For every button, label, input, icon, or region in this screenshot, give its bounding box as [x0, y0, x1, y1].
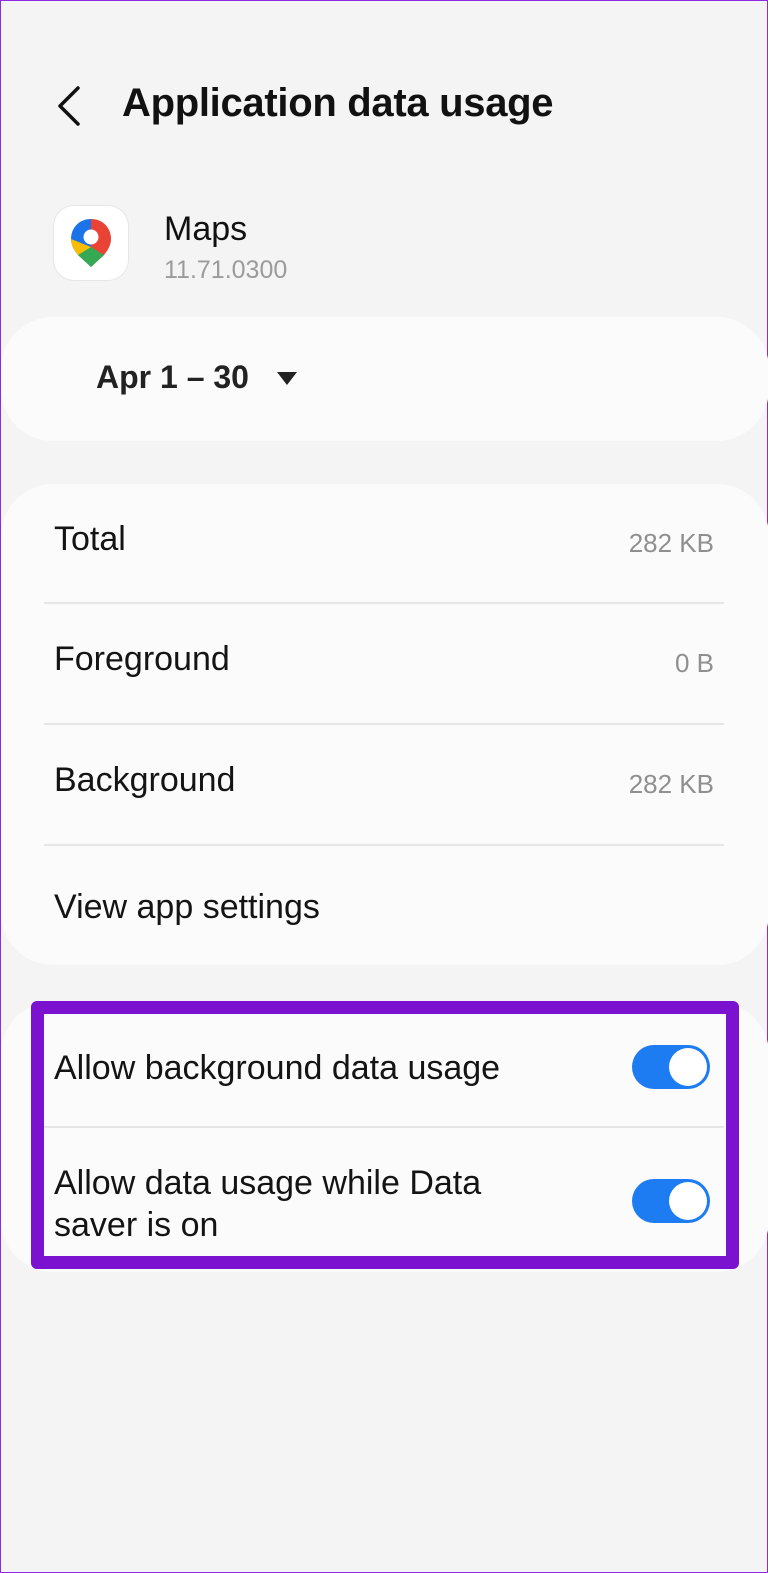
chevron-left-icon: [58, 86, 80, 126]
background-label: Background: [54, 761, 236, 799]
background-data-label: Allow background data usage: [54, 1049, 501, 1087]
date-range-label: Apr 1 – 30: [96, 359, 249, 395]
caret-down-icon: [276, 371, 297, 385]
date-range-card: Apr 1 – 30: [1, 317, 768, 441]
background-data-toggle[interactable]: [632, 1045, 710, 1089]
data-saver-label: Allow data usage while Data saver is on: [54, 1162, 574, 1246]
view-app-settings-item[interactable]: View app settings: [44, 846, 724, 965]
data-saver-label-line-1: Allow data usage while Data: [54, 1164, 482, 1202]
usage-card: Total 282 KB Foreground 0 B Background 2…: [1, 484, 768, 965]
date-range-dropdown[interactable]: Apr 1 – 30: [96, 359, 297, 396]
foreground-label: Foreground: [54, 640, 230, 678]
view-app-settings-label: View app settings: [54, 888, 320, 926]
background-data-row: Allow background data usage: [44, 1002, 724, 1128]
google-maps-pin-icon: [54, 206, 128, 280]
total-value: 282 KB: [628, 528, 714, 558]
app-data-usage-screen: Application data usage Maps 11.71.0300 A…: [0, 0, 768, 1573]
toggle-knob: [669, 1048, 707, 1086]
data-toggles-card: Allow background data usage Allow data u…: [1, 1002, 768, 1272]
app-name: Maps: [164, 210, 248, 248]
back-button[interactable]: [45, 77, 93, 135]
data-saver-label-line-2: saver is on: [54, 1206, 219, 1244]
page-title: Application data usage: [122, 81, 554, 125]
header: Application data usage: [1, 71, 767, 141]
background-value: 282 KB: [628, 769, 714, 799]
total-label: Total: [54, 520, 126, 558]
usage-row-total: Total 282 KB: [44, 484, 724, 604]
foreground-value: 0 B: [674, 648, 714, 678]
usage-row-background: Background 282 KB: [44, 725, 724, 846]
app-version: 11.71.0300: [164, 256, 288, 284]
toggle-knob: [669, 1182, 707, 1220]
data-saver-row: Allow data usage while Data saver is on: [44, 1128, 724, 1272]
data-saver-toggle[interactable]: [632, 1179, 710, 1223]
usage-row-foreground: Foreground 0 B: [44, 604, 724, 725]
